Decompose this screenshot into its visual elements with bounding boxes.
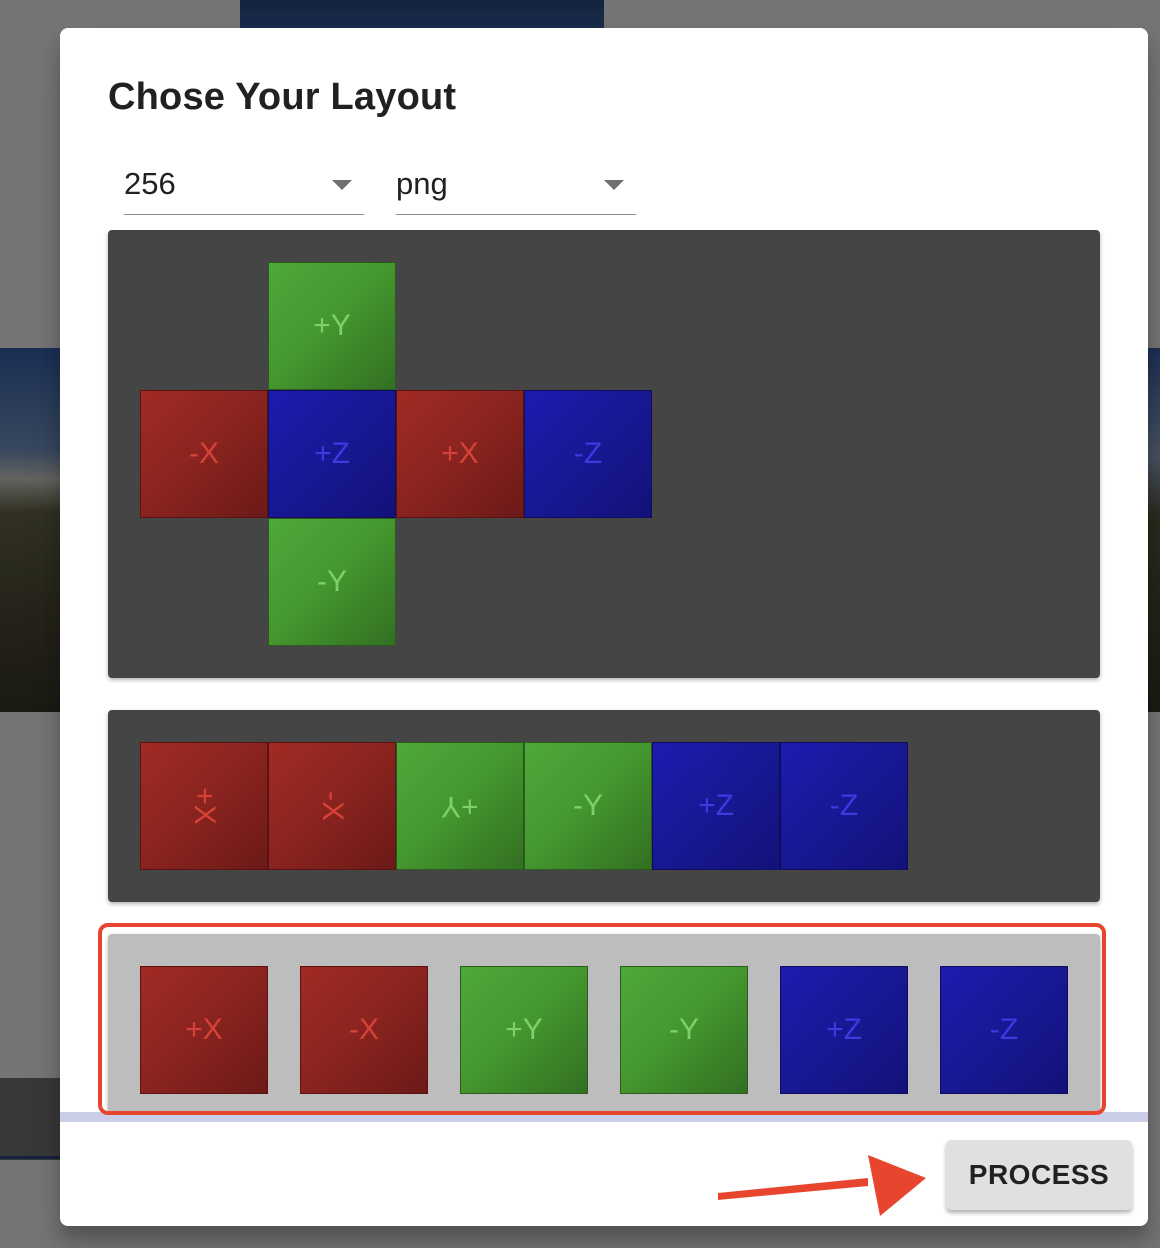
cube-face-neg-y: -Y [268,518,396,646]
annotation-arrow-icon [718,1155,926,1216]
cube-face-neg-z: -Z [524,390,652,518]
chevron-down-icon [332,180,352,190]
size-select[interactable]: 256 [124,164,364,215]
cube-face-neg-z: -Z [780,742,908,870]
selection-highlight-box [98,923,1106,1115]
chevron-down-icon [604,180,624,190]
cube-face-neg-y: -Y [524,742,652,870]
cube-face-pos-z: +Z [268,390,396,518]
process-button[interactable]: PROCESS [946,1140,1132,1210]
cube-face-neg-x: -X [268,742,396,870]
size-select-value: 256 [124,166,176,201]
layout-option-strip[interactable]: +X -X +Y -Y +Z -Z [108,710,1100,902]
cube-face-pos-x: +X [396,390,524,518]
format-select-value: png [396,166,448,201]
dialog-title: Chose Your Layout [108,76,457,118]
cube-face-pos-x: +X [140,742,268,870]
cube-face-pos-y: +Y [396,742,524,870]
format-select[interactable]: png [396,164,636,215]
cube-face-neg-x: -X [140,390,268,518]
cube-face-pos-y: +Y [268,262,396,390]
layout-option-cross[interactable]: +Y -X +Z +X -Z -Y [108,230,1100,678]
cube-face-pos-z: +Z [652,742,780,870]
